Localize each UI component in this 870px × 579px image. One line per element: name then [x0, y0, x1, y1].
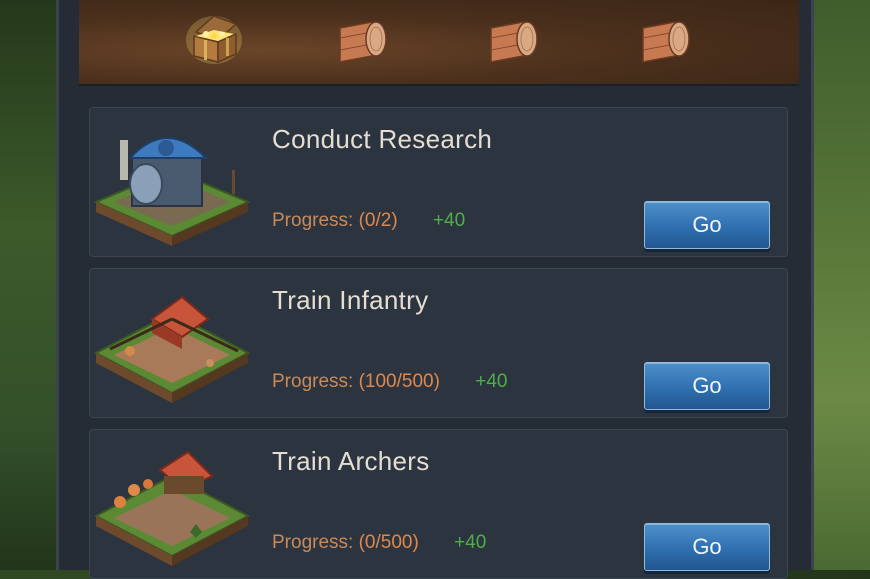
wooden-chest-icon[interactable] [635, 10, 695, 66]
task-title: Conduct Research [272, 124, 493, 154]
wooden-chest-icon[interactable] [332, 10, 392, 66]
go-button-conduct-research[interactable]: Go [644, 201, 770, 249]
background-foliage-left [0, 0, 56, 570]
wooden-chest-icon[interactable] [483, 10, 543, 66]
go-button-train-archers[interactable]: Go [644, 523, 770, 571]
archery-range-icon [90, 440, 255, 570]
progress-label: Progress: [272, 371, 354, 392]
progress-value: (100/500) [358, 371, 440, 392]
progress-value: (0/2) [358, 210, 398, 231]
task-title: Train Archers [272, 446, 430, 476]
research-building-icon [90, 118, 255, 248]
open-treasure-chest-icon[interactable] [184, 10, 244, 66]
reward-points: +40 [454, 532, 487, 553]
progress-row: Progress: (100/500) +40 [272, 371, 507, 393]
progress-row: Progress: (0/2) +40 [272, 210, 465, 232]
task-panel: Conduct Research Progress: (0/2) +40 Go [56, 0, 814, 579]
reward-chest-bar [79, 0, 799, 86]
barracks-icon [90, 279, 255, 409]
progress-label: Progress: [272, 532, 354, 553]
task-card-conduct-research: Conduct Research Progress: (0/2) +40 Go [89, 107, 788, 257]
background-foliage-right [814, 0, 870, 570]
progress-label: Progress: [272, 210, 354, 231]
reward-points: +40 [475, 371, 508, 392]
progress-value: (0/500) [358, 532, 419, 553]
task-title: Train Infantry [272, 285, 429, 315]
reward-points: +40 [432, 210, 466, 231]
task-card-train-infantry: Train Infantry Progress: (100/500) +40 G… [89, 268, 788, 418]
go-button-train-infantry[interactable]: Go [644, 362, 770, 410]
task-card-train-archers: Train Archers Progress: (0/500) +40 Go [89, 429, 788, 579]
progress-row: Progress: (0/500) +40 [272, 532, 486, 554]
